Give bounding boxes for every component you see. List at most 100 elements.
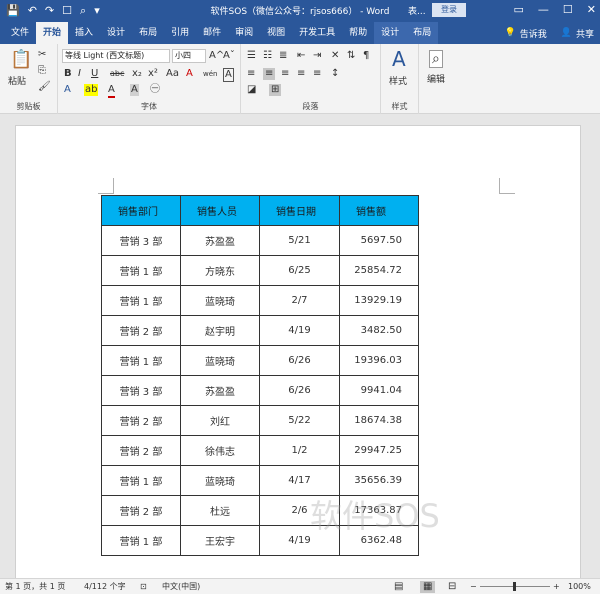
cut-icon[interactable]: ✂ bbox=[38, 49, 46, 61]
paragraph-shading-icon[interactable]: ◪ bbox=[247, 84, 256, 96]
cell-salesperson[interactable]: 蓝晓琦 bbox=[180, 345, 260, 376]
justify-icon[interactable]: ≡ bbox=[297, 68, 305, 80]
character-shading-icon[interactable]: A bbox=[130, 84, 139, 96]
tab-developer[interactable]: 开发工具 bbox=[292, 22, 342, 44]
document-page[interactable]: 销售部门 销售人员 销售日期 销售额 营销 3 部 苏盈盈 5/21 5697.… bbox=[15, 125, 581, 585]
zoom-level[interactable]: 100% bbox=[568, 581, 591, 593]
cell-amount[interactable]: 19396.03 bbox=[339, 345, 419, 376]
read-mode-icon[interactable]: ▤ bbox=[394, 581, 403, 593]
close-icon[interactable]: ✕ bbox=[587, 2, 596, 18]
enclose-characters-icon[interactable]: ㊀ bbox=[150, 84, 160, 96]
tab-review[interactable]: 审阅 bbox=[228, 22, 260, 44]
tab-home[interactable]: 开始 bbox=[36, 22, 69, 44]
cell-salesperson[interactable]: 蓝晓琦 bbox=[180, 285, 260, 316]
cell-department[interactable]: 营销 1 部 bbox=[101, 465, 181, 496]
cell-salesperson[interactable]: 方晓东 bbox=[180, 255, 260, 286]
superscript-icon[interactable]: x² bbox=[148, 68, 158, 80]
document-workspace[interactable]: 销售部门 销售人员 销售日期 销售额 营销 3 部 苏盈盈 5/21 5697.… bbox=[0, 115, 600, 585]
cell-department[interactable]: 营销 1 部 bbox=[101, 285, 181, 316]
maximize-icon[interactable]: ☐ bbox=[563, 2, 573, 18]
sort-icon[interactable]: ⇅ bbox=[347, 50, 355, 62]
tab-help[interactable]: 帮助 bbox=[342, 22, 374, 44]
tab-references[interactable]: 引用 bbox=[164, 22, 196, 44]
language-indicator[interactable]: 中文(中国) bbox=[162, 581, 200, 593]
tab-insert[interactable]: 插入 bbox=[68, 22, 100, 44]
proofing-icon[interactable]: ⊡ bbox=[140, 581, 147, 593]
paste-button[interactable]: 粘贴 bbox=[8, 74, 26, 87]
cell-amount[interactable]: 18674.38 bbox=[339, 405, 419, 436]
undo-icon[interactable]: ↶ bbox=[28, 3, 37, 19]
print-layout-icon[interactable]: ▦ bbox=[420, 581, 436, 593]
numbering-icon[interactable]: ☷ bbox=[263, 50, 272, 62]
copy-icon[interactable]: ⎘ bbox=[38, 65, 46, 77]
text-effects-icon[interactable]: A bbox=[64, 84, 71, 96]
cell-department[interactable]: 营销 2 部 bbox=[101, 315, 181, 346]
header-department[interactable]: 销售部门 bbox=[101, 195, 181, 226]
cell-date[interactable]: 6/26 bbox=[259, 375, 340, 406]
header-date[interactable]: 销售日期 bbox=[259, 195, 340, 226]
cell-date[interactable]: 6/26 bbox=[259, 345, 340, 376]
cell-department[interactable]: 营销 1 部 bbox=[101, 255, 181, 286]
cell-salesperson[interactable]: 王宏宇 bbox=[180, 525, 260, 556]
cell-department[interactable]: 营销 1 部 bbox=[101, 345, 181, 376]
italic-icon[interactable]: I bbox=[78, 68, 81, 80]
highlight-icon[interactable]: ab bbox=[84, 84, 99, 96]
share-button[interactable]: 共享 bbox=[576, 27, 594, 40]
increase-indent-icon[interactable]: ⇥ bbox=[313, 50, 321, 62]
align-center-icon[interactable]: ≡ bbox=[263, 68, 276, 80]
tab-design[interactable]: 设计 bbox=[100, 22, 132, 44]
customize-qat-icon[interactable]: ▾ bbox=[94, 3, 100, 19]
touch-mode-icon[interactable]: ☐ bbox=[62, 3, 72, 19]
format-painter-icon[interactable]: 🖌 bbox=[38, 81, 51, 93]
cell-salesperson[interactable]: 刘红 bbox=[180, 405, 260, 436]
styles-icon[interactable]: A bbox=[392, 48, 406, 70]
font-color-icon[interactable]: A bbox=[108, 84, 115, 98]
cell-amount[interactable]: 13929.19 bbox=[339, 285, 419, 316]
phonetic-guide-icon[interactable]: wén bbox=[203, 68, 217, 80]
cell-amount[interactable]: 5697.50 bbox=[339, 225, 419, 256]
cell-department[interactable]: 营销 3 部 bbox=[101, 375, 181, 406]
tab-file[interactable]: 文件 bbox=[4, 22, 36, 44]
cell-date[interactable]: 2/7 bbox=[259, 285, 340, 316]
save-icon[interactable]: 💾 bbox=[6, 3, 20, 19]
tab-view[interactable]: 视图 bbox=[260, 22, 292, 44]
minimize-icon[interactable]: — bbox=[538, 2, 549, 18]
cell-salesperson[interactable]: 苏盈盈 bbox=[180, 225, 260, 256]
multilevel-list-icon[interactable]: ≣ bbox=[279, 50, 287, 62]
chinese-layout-icon[interactable]: ✕ bbox=[331, 50, 339, 62]
bullets-icon[interactable]: ☰ bbox=[247, 50, 256, 62]
cell-department[interactable]: 营销 2 部 bbox=[101, 405, 181, 436]
cell-date[interactable]: 1/2 bbox=[259, 435, 340, 466]
clear-format-icon[interactable]: A bbox=[186, 68, 193, 80]
zoom-slider-thumb[interactable] bbox=[513, 582, 516, 591]
character-border-icon[interactable]: A bbox=[223, 68, 234, 82]
share-icon[interactable]: 👤 bbox=[561, 28, 572, 38]
tab-layout[interactable]: 布局 bbox=[132, 22, 164, 44]
cell-salesperson[interactable]: 苏盈盈 bbox=[180, 375, 260, 406]
cell-amount[interactable]: 9941.04 bbox=[339, 375, 419, 406]
cell-salesperson[interactable]: 杜远 bbox=[180, 495, 260, 526]
shrink-font-icon[interactable]: Aˇ bbox=[223, 50, 235, 62]
page-count[interactable]: 第 1 页，共 1 页 bbox=[5, 581, 65, 593]
header-amount[interactable]: 销售额 bbox=[339, 195, 419, 226]
underline-icon[interactable]: U bbox=[91, 68, 98, 80]
header-salesperson[interactable]: 销售人员 bbox=[180, 195, 260, 226]
cell-department[interactable]: 营销 2 部 bbox=[101, 495, 181, 526]
ribbon-display-icon[interactable]: ▭ bbox=[514, 2, 524, 18]
cell-salesperson[interactable]: 徐伟志 bbox=[180, 435, 260, 466]
login-button[interactable]: 登录 bbox=[432, 3, 466, 17]
print-preview-icon[interactable]: ⌕ bbox=[80, 3, 86, 19]
cell-date[interactable]: 5/21 bbox=[259, 225, 340, 256]
tell-me-icon[interactable]: 💡 bbox=[505, 28, 516, 38]
bold-icon[interactable]: B bbox=[64, 68, 72, 80]
cell-date[interactable]: 4/19 bbox=[259, 315, 340, 346]
font-size-box[interactable]: 小四 bbox=[172, 49, 206, 63]
strikethrough-icon[interactable]: abc bbox=[110, 68, 124, 80]
subscript-icon[interactable]: x₂ bbox=[132, 68, 142, 80]
align-right-icon[interactable]: ≡ bbox=[281, 68, 289, 80]
change-case-icon[interactable]: Aa bbox=[166, 68, 179, 80]
cell-date[interactable]: 5/22 bbox=[259, 405, 340, 436]
grow-font-icon[interactable]: A^ bbox=[209, 50, 224, 62]
cell-salesperson[interactable]: 赵宇明 bbox=[180, 315, 260, 346]
show-marks-icon[interactable]: ¶ bbox=[363, 50, 369, 62]
